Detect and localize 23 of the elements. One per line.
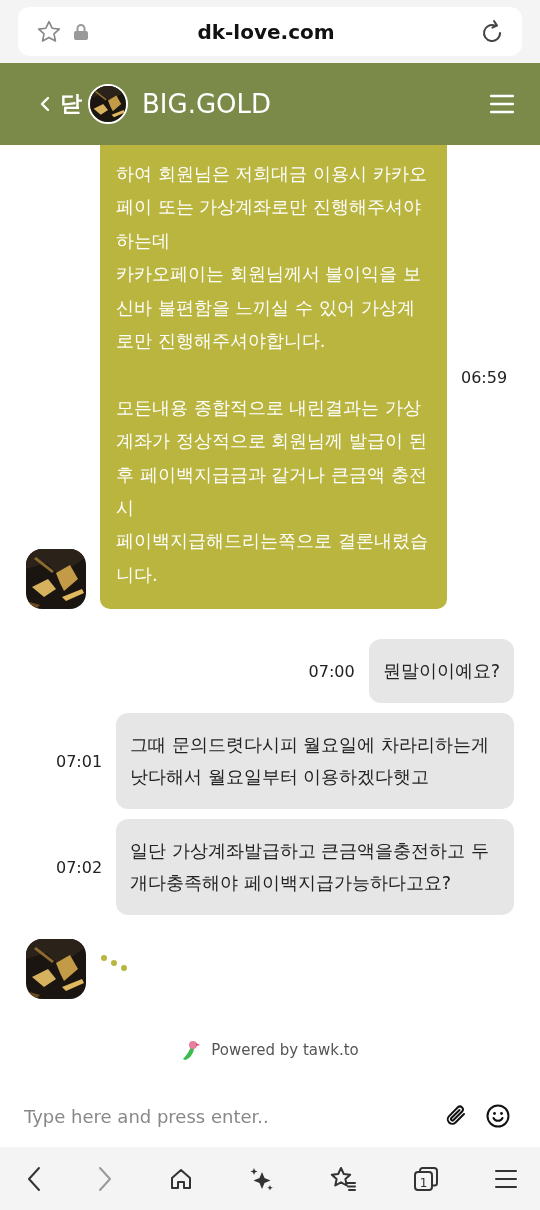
back-icon[interactable] — [26, 1165, 42, 1192]
menu-icon[interactable] — [493, 1167, 518, 1190]
home-icon[interactable] — [168, 1166, 193, 1191]
message-time: 07:00 — [308, 661, 355, 681]
message-bubble: 하여 회원님은 저희대금 이용시 카카오 페이 또는 가상계좌로만 진행해주셔야 하는데 카카오페이는 회원님께서 불이익을 보 신바 불편함을 느끼실 수 있어 가상계 로만 진행해주셔야합니다. 모든내용 종합적으로 내린결과는 가상 계좌가 정상적으로 회원님께 발급이 된 후 페이백지급금과 같거나 큰금액 충전 시 페이백지급해드리는쪽으로 결론내렸습 니다. — [100, 145, 447, 610]
message-input[interactable]: Type here and press enter.. — [24, 1105, 426, 1127]
emoji-icon[interactable] — [486, 1104, 510, 1128]
lock-icon — [74, 23, 88, 40]
message-bubble: 뭔말이이예요? — [368, 639, 514, 704]
bookmarks-icon[interactable] — [329, 1165, 358, 1192]
star-icon[interactable] — [36, 18, 62, 45]
message-time: 07:01 — [56, 751, 103, 771]
attach-icon[interactable] — [444, 1104, 468, 1128]
message-bubble: 일단 가상계좌발급하고 큰금액을충전하고 두 개다충족해야 페이백지급가능하다고요? — [116, 819, 514, 916]
forward-icon[interactable] — [97, 1165, 114, 1192]
message-time: 07:02 — [56, 857, 103, 877]
powered-by-text[interactable]: Powered by tawk.to — [211, 1041, 359, 1059]
message-time: 06:59 — [461, 367, 508, 387]
chat-title: BIG.GOLD — [142, 89, 273, 119]
reload-icon[interactable] — [480, 18, 504, 45]
message-bubble: 그때 문의드렷다시피 월요일에 차라리하는게 낫다해서 월요일부터 이용하겠다햇고 — [116, 713, 514, 810]
back-button[interactable]: 닫 — [40, 89, 82, 119]
chevron-icon — [40, 96, 50, 112]
